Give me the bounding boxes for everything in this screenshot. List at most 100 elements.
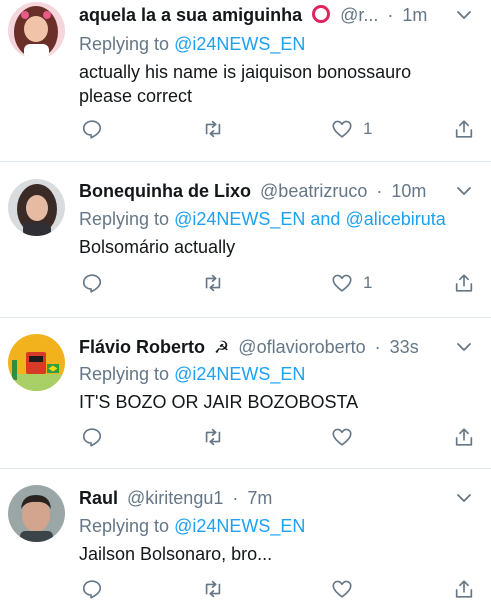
chevron-down-icon bbox=[457, 494, 471, 502]
tweet[interactable]: Flávio Roberto ☭ @oflavioroberto · 33s R… bbox=[0, 318, 491, 468]
handle[interactable]: @kiritengu1 bbox=[127, 488, 223, 508]
tweet-text-line: actually his name is jaiquison bonossaur… bbox=[79, 62, 412, 82]
mention-link[interactable]: @i24NEWS_EN bbox=[174, 516, 305, 536]
avatar[interactable] bbox=[8, 2, 65, 59]
tweet-header: aquela la a sua amiguinha @r... · 1m bbox=[79, 3, 491, 27]
tweet-header: Bonequinha de Lixo @beatrizruco · 10m bbox=[79, 179, 491, 203]
avatar[interactable] bbox=[8, 179, 65, 236]
replying-to: Replying to @i24NEWS_EN bbox=[79, 362, 305, 386]
action-bar bbox=[79, 425, 481, 449]
tweet-text-line: please correct bbox=[79, 86, 193, 106]
share-button[interactable] bbox=[453, 117, 475, 141]
tweet-text-line: Jailson Bolsonaro, bro... bbox=[79, 544, 273, 564]
replying-to: Replying to @i24NEWS_EN and @alicebiruta bbox=[79, 207, 446, 231]
separator-dot: · bbox=[387, 5, 394, 25]
replying-to-label: Replying to bbox=[79, 516, 170, 536]
retweet-button[interactable] bbox=[202, 577, 224, 600]
like-count: 1 bbox=[363, 273, 373, 292]
share-button[interactable] bbox=[453, 271, 475, 295]
action-bar: 1 bbox=[79, 117, 481, 141]
tweet[interactable]: Bonequinha de Lixo @beatrizruco · 10m Re… bbox=[0, 162, 491, 318]
display-name[interactable]: Flávio Roberto bbox=[79, 337, 205, 357]
replying-to-label: Replying to bbox=[79, 209, 170, 229]
reply-button[interactable] bbox=[81, 577, 103, 600]
avatar-illustration bbox=[8, 334, 65, 391]
timestamp[interactable]: 7m bbox=[247, 488, 272, 508]
reply-button[interactable] bbox=[81, 117, 103, 141]
share-icon bbox=[455, 428, 473, 446]
mention-link[interactable]: @i24NEWS_EN bbox=[174, 364, 305, 384]
mention-link[interactable]: @i24NEWS_EN bbox=[174, 209, 305, 229]
tweet[interactable]: Raul @kiritengu1 · 7m Replying to @i24NE… bbox=[0, 469, 491, 600]
tweet-text: Jailson Bolsonaro, bro... bbox=[79, 542, 272, 566]
tweet-text: Bolsomário actually bbox=[79, 235, 235, 259]
handle[interactable]: @oflavioroberto bbox=[238, 337, 365, 357]
avatar-photo bbox=[8, 179, 65, 236]
action-bar: 1 bbox=[79, 271, 481, 295]
display-name[interactable]: aquela la a sua amiguinha bbox=[79, 5, 302, 25]
hammer-sickle-icon: ☭ bbox=[214, 338, 230, 357]
retweet-icon bbox=[205, 274, 221, 292]
avatar-photo bbox=[8, 485, 65, 542]
like-icon bbox=[332, 580, 352, 598]
mention-link[interactable]: @alicebiruta bbox=[345, 209, 445, 229]
share-button[interactable] bbox=[453, 425, 475, 449]
reply-thread: aquela la a sua amiguinha @r... · 1m Rep… bbox=[0, 0, 491, 600]
reply-icon bbox=[82, 428, 102, 447]
share-icon bbox=[455, 580, 473, 598]
share-button[interactable] bbox=[453, 577, 475, 600]
timestamp[interactable]: 10m bbox=[391, 181, 426, 201]
tweet-text: IT'S BOZO OR JAIR BOZOBOSTA bbox=[79, 390, 358, 414]
timestamp[interactable]: 33s bbox=[390, 337, 419, 357]
like-button[interactable] bbox=[331, 577, 363, 600]
handle[interactable]: @r... bbox=[340, 5, 378, 25]
more-options-button[interactable] bbox=[455, 489, 473, 507]
reply-button[interactable] bbox=[81, 425, 103, 449]
like-button[interactable] bbox=[331, 425, 363, 449]
like-icon bbox=[332, 428, 352, 446]
more-options-button[interactable] bbox=[455, 182, 473, 200]
tweet-text-line: IT'S BOZO OR JAIR BOZOBOSTA bbox=[79, 392, 359, 412]
avatar[interactable] bbox=[8, 485, 65, 542]
display-name[interactable]: Raul bbox=[79, 488, 118, 508]
avatar[interactable] bbox=[8, 334, 65, 391]
chevron-down-icon bbox=[457, 11, 471, 19]
more-options-button[interactable] bbox=[455, 6, 473, 24]
replying-to-label: Replying to bbox=[79, 364, 170, 384]
like-button[interactable]: 1 bbox=[331, 117, 372, 141]
reply-button[interactable] bbox=[81, 271, 103, 295]
avatar-illustration bbox=[8, 2, 65, 59]
replying-to: Replying to @i24NEWS_EN bbox=[79, 514, 305, 538]
display-name[interactable]: Bonequinha de Lixo bbox=[79, 181, 251, 201]
like-button[interactable]: 1 bbox=[331, 271, 372, 295]
replying-to: Replying to @i24NEWS_EN bbox=[79, 32, 305, 56]
reply-icon bbox=[82, 274, 102, 293]
tweet-header: Raul @kiritengu1 · 7m bbox=[79, 486, 491, 510]
tweet-text-line: Bolsomário actually bbox=[79, 237, 236, 257]
handle[interactable]: @beatrizruco bbox=[260, 181, 367, 201]
tweet-header: Flávio Roberto ☭ @oflavioroberto · 33s bbox=[79, 335, 491, 359]
retweet-button[interactable] bbox=[202, 425, 224, 449]
tweet-text: actually his name is jaiquison bonossaur… bbox=[79, 60, 411, 108]
like-icon bbox=[332, 120, 352, 138]
mention-conjunction: and bbox=[310, 209, 341, 229]
share-icon bbox=[455, 274, 473, 292]
more-options-button[interactable] bbox=[455, 338, 473, 356]
retweet-button[interactable] bbox=[202, 271, 224, 295]
separator-dot: · bbox=[374, 337, 381, 357]
tweet[interactable]: aquela la a sua amiguinha @r... · 1m Rep… bbox=[0, 0, 491, 162]
mention-link[interactable]: @i24NEWS_EN bbox=[174, 34, 305, 54]
retweet-icon bbox=[205, 120, 221, 138]
action-bar bbox=[79, 577, 481, 600]
like-icon bbox=[332, 274, 352, 292]
reply-icon bbox=[82, 580, 102, 599]
retweet-button[interactable] bbox=[202, 117, 224, 141]
like-count: 1 bbox=[363, 119, 373, 138]
retweet-icon bbox=[205, 428, 221, 446]
timestamp[interactable]: 1m bbox=[402, 5, 427, 25]
chevron-down-icon bbox=[457, 187, 471, 195]
chevron-down-icon bbox=[457, 343, 471, 351]
replying-to-label: Replying to bbox=[79, 34, 170, 54]
retweet-icon bbox=[205, 580, 221, 598]
share-icon bbox=[455, 120, 473, 138]
